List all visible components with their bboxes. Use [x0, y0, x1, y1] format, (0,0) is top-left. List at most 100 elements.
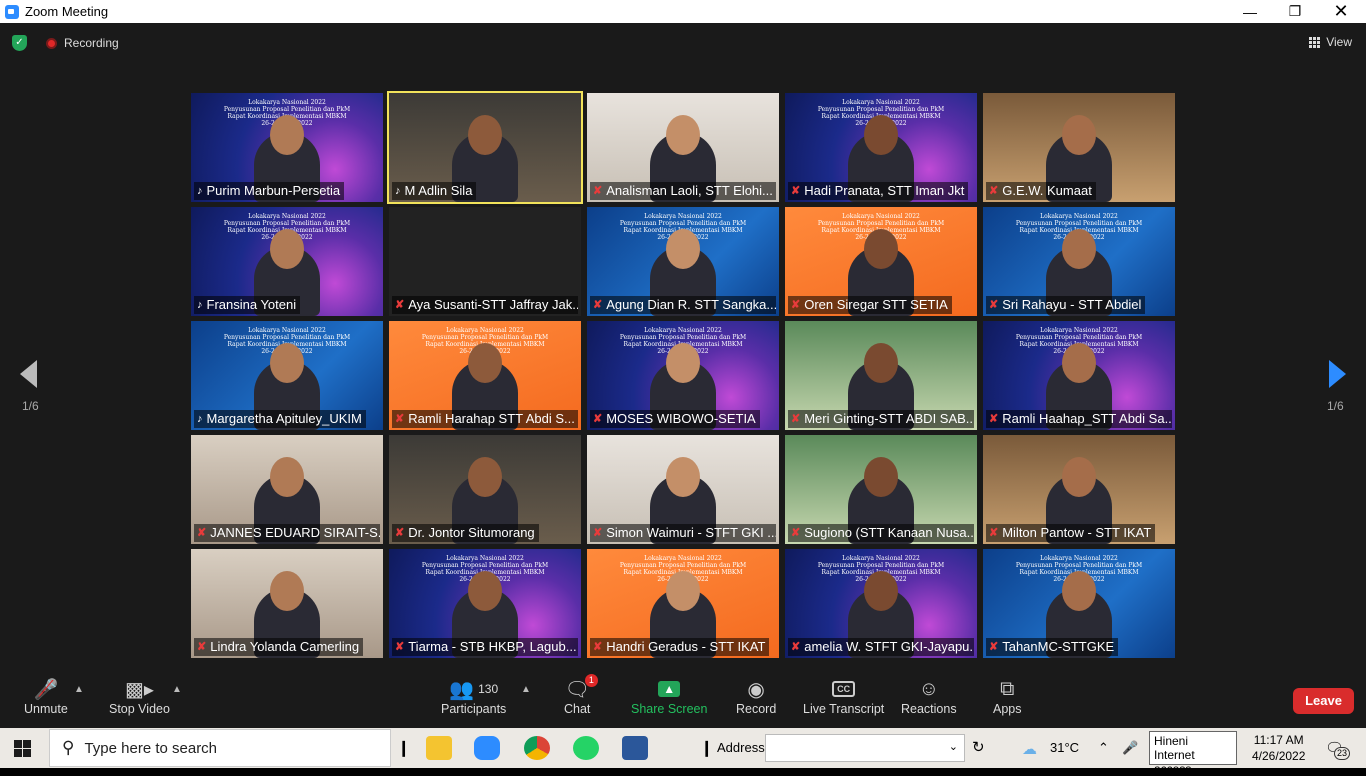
participant-tile[interactable]: Lokakarya Nasional 2022 Penyusunan Propos…	[191, 207, 383, 316]
notifications-icon[interactable]: 🗨23	[1325, 739, 1351, 760]
tooltip-network-status: Internet access	[1154, 748, 1195, 776]
audio-options-caret-icon[interactable]: ▲	[74, 684, 84, 695]
minimize-button[interactable]: —	[1227, 0, 1273, 23]
slide-text-line: Penyusunan Proposal Penelitian dan PkM	[817, 220, 945, 227]
participant-tile[interactable]: ✘ Analisman Laoli, STT Elohi...	[587, 93, 779, 202]
reactions-button[interactable]: ☺ Reactions	[901, 676, 957, 717]
participant-head	[1062, 115, 1096, 155]
word-icon[interactable]	[622, 736, 648, 760]
microphone-tray-icon[interactable]: 🎤	[1122, 740, 1138, 756]
participant-name-tag: ✘ amelia W. STFT GKI-Jayapu...	[788, 638, 974, 656]
maximize-button[interactable]: ❐	[1272, 0, 1318, 23]
participant-name: Lindra Yolanda Camerling	[210, 639, 360, 654]
participant-name: Agung Dian R. STT Sangka...	[606, 297, 776, 312]
zoom-app-icon[interactable]	[474, 736, 500, 760]
participant-tile[interactable]: Lokakarya Nasional 2022 Penyusunan Propos…	[983, 549, 1175, 658]
participant-tile[interactable]: Lokakarya Nasional 2022 Penyusunan Propos…	[587, 549, 779, 658]
participant-tile[interactable]: ✘ Milton Pantow - STT IKAT	[983, 435, 1175, 544]
participants-button[interactable]: 👥 130 Participants	[441, 676, 507, 717]
share-screen-button[interactable]: ▲ Share Screen	[631, 676, 707, 716]
mic-icon: ♪	[197, 299, 203, 311]
participant-name: amelia W. STFT GKI-Jayapu...	[804, 639, 974, 654]
participant-tile[interactable]: Lokakarya Nasional 2022 Penyusunan Propos…	[389, 549, 581, 658]
chrome-icon[interactable]	[524, 736, 550, 760]
gallery-view: 1/6 1/6 Lokakarya Nasional 2022 Penyusuna…	[0, 63, 1366, 670]
chat-button[interactable]: 🗨 1 Chat	[564, 674, 598, 716]
participant-name: Sugiono (STT Kanaan Nusa...	[804, 525, 974, 540]
system-clock[interactable]: 11:17 AM 4/26/2022	[1252, 732, 1305, 764]
next-page-arrow-icon[interactable]	[1329, 360, 1346, 388]
participant-name: Milton Pantow - STT IKAT	[1002, 525, 1152, 540]
whatsapp-icon[interactable]	[573, 736, 599, 760]
file-explorer-icon[interactable]	[426, 736, 452, 760]
participant-name: Fransina Yoteni	[206, 297, 297, 312]
task-view-divider: ❙	[397, 740, 411, 757]
participant-tile[interactable]: Lokakarya Nasional 2022 Penyusunan Propos…	[587, 207, 779, 316]
weather-temperature[interactable]: 31°C	[1050, 740, 1079, 755]
participant-tile[interactable]: Lokakarya Nasional 2022 Penyusunan Propos…	[389, 321, 581, 430]
participant-tile[interactable]: ✘ G.E.W. Kumaat	[983, 93, 1175, 202]
reactions-label: Reactions	[901, 702, 957, 716]
participant-tile[interactable]: Lokakarya Nasional 2022 Penyusunan Propos…	[191, 321, 383, 430]
close-button[interactable]: ✕	[1318, 0, 1364, 23]
recording-label[interactable]: Recording	[64, 36, 119, 50]
participant-name-tag: ✘ Lindra Yolanda Camerling	[194, 638, 364, 656]
participant-tile[interactable]: Lokakarya Nasional 2022 Penyusunan Propos…	[785, 93, 977, 202]
mic-icon: ♪	[197, 413, 203, 425]
windows-start-icon[interactable]	[14, 740, 31, 757]
participant-tile[interactable]: ✘ Lindra Yolanda Camerling	[191, 549, 383, 658]
participants-label: Participants	[441, 702, 507, 716]
participant-head	[270, 115, 304, 155]
participant-tile[interactable]: ✘ Sugiono (STT Kanaan Nusa...	[785, 435, 977, 544]
tray-chevron-icon[interactable]: ⌃	[1098, 740, 1109, 756]
participant-tile[interactable]: ✘ Dr. Jontor Situmorang	[389, 435, 581, 544]
participant-head	[468, 571, 502, 611]
participant-tile[interactable]: Lokakarya Nasional 2022 Penyusunan Propos…	[785, 207, 977, 316]
share-screen-icon: ▲	[658, 676, 681, 702]
shield-check-icon[interactable]: ✓	[12, 35, 27, 51]
participant-name-tag: ✘ Handri Geradus - STT IKAT	[590, 638, 770, 656]
participant-tile[interactable]: ♪ M Adlin Sila	[387, 91, 583, 204]
refresh-icon[interactable]: ↻	[972, 738, 985, 756]
record-button[interactable]: ◉ Record	[736, 676, 777, 717]
muted-microphone-icon: 🎤 ⟋	[33, 676, 59, 701]
slide-text-line: Lokakarya Nasional 2022	[644, 327, 722, 334]
muted-mic-icon: ✘	[791, 413, 801, 425]
participant-tile[interactable]: Lokakarya Nasional 2022 Penyusunan Propos…	[191, 93, 383, 202]
participant-tile[interactable]: Lokakarya Nasional 2022 Penyusunan Propos…	[785, 549, 977, 658]
participants-options-caret-icon[interactable]: ▲	[521, 684, 531, 695]
participant-tile[interactable]: Lokakarya Nasional 2022 Penyusunan Propos…	[983, 207, 1175, 316]
taskbar-search-box[interactable]: ⚲ Type here to search	[49, 729, 391, 767]
participant-name-tag: ✘ Ramli Harahap STT Abdi S...	[392, 410, 578, 428]
leave-button[interactable]: Leave	[1293, 688, 1354, 714]
video-options-caret-icon[interactable]: ▲	[172, 684, 182, 695]
participant-name-tag: ✘ JANNES EDUARD SIRAIT-S...	[194, 524, 380, 542]
live-transcript-button[interactable]: CC Live Transcript	[803, 676, 884, 716]
record-icon: ◉	[747, 678, 765, 701]
muted-mic-icon: ✘	[197, 527, 207, 539]
participant-tile[interactable]: ✘ Aya Susanti-STT Jaffray Jak...	[389, 207, 581, 316]
slide-text-line: Lokakarya Nasional 2022	[1040, 555, 1118, 562]
participant-head	[864, 343, 898, 383]
participant-name: Ramli Harahap STT Abdi S...	[408, 411, 575, 426]
participant-tile[interactable]: ✘ JANNES EDUARD SIRAIT-S...	[191, 435, 383, 544]
slide-text-line: Penyusunan Proposal Penelitian dan PkM	[619, 334, 747, 341]
participant-tile[interactable]: Lokakarya Nasional 2022 Penyusunan Propos…	[587, 321, 779, 430]
slide-text-line: Penyusunan Proposal Penelitian dan PkM	[817, 562, 945, 569]
record-label: Record	[736, 702, 777, 716]
address-input[interactable]: ⌄	[765, 734, 965, 762]
participant-tile[interactable]: ✘ Simon Waimuri - STFT GKI ...	[587, 435, 779, 544]
tooltip-network-name: Hineni	[1154, 734, 1189, 748]
participant-head	[270, 343, 304, 383]
participant-tile[interactable]: ✘ Meri Ginting-STT ABDI SAB...	[785, 321, 977, 430]
apps-button[interactable]: ⧉ Apps	[993, 676, 1022, 717]
unmute-button[interactable]: 🎤 ⟋ Unmute	[24, 676, 68, 716]
slide-text-line: Lokakarya Nasional 2022	[644, 555, 722, 562]
participant-tile[interactable]: Lokakarya Nasional 2022 Penyusunan Propos…	[983, 321, 1175, 430]
previous-page-arrow-icon[interactable]	[20, 360, 37, 388]
stop-video-button[interactable]: ▩▸ Stop Video	[109, 676, 170, 717]
view-button[interactable]: View	[1309, 35, 1352, 49]
dropdown-chevron-icon[interactable]: ⌄	[949, 740, 958, 753]
slide-text-line: Lokakarya Nasional 2022	[842, 555, 920, 562]
chat-bubble-icon: 🗨 1	[565, 674, 598, 702]
